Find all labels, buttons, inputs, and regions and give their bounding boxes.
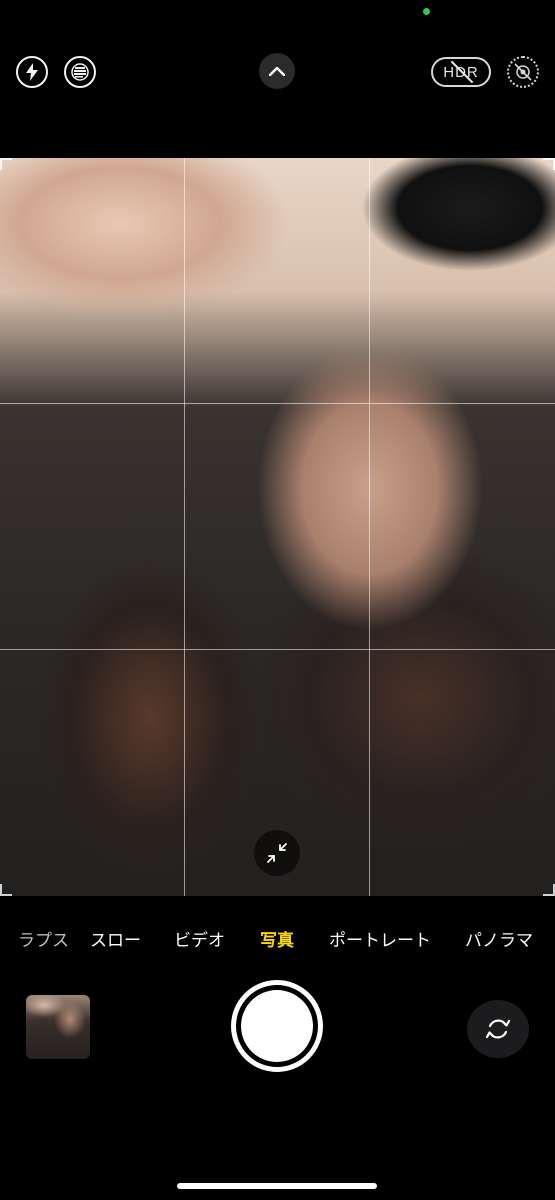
live-off-button[interactable] xyxy=(507,56,539,88)
grid-line-horizontal-1 xyxy=(0,403,555,404)
mode-video[interactable]: ビデオ xyxy=(174,926,225,951)
live-off-icon xyxy=(514,63,532,81)
mode-timelapse[interactable]: ラプス xyxy=(18,926,69,951)
frame-corner-tr xyxy=(543,158,555,170)
mode-selector[interactable]: ラプス スロー ビデオ 写真 ポートレート パノラマ xyxy=(0,926,555,952)
frame-corner-br xyxy=(543,884,555,896)
last-photo-thumbnail[interactable] xyxy=(26,995,90,1059)
expand-controls-button[interactable] xyxy=(259,53,295,89)
camera-viewfinder[interactable] xyxy=(0,158,555,896)
switch-camera-button[interactable] xyxy=(467,1000,529,1058)
hdr-toggle-button[interactable]: HDR xyxy=(431,57,491,87)
chevron-up-icon xyxy=(269,66,285,76)
arrows-in-icon xyxy=(267,843,287,863)
mode-portrait[interactable]: ポートレート xyxy=(329,926,431,951)
mode-slomo[interactable]: スロー xyxy=(90,926,141,951)
mode-panorama[interactable]: パノラマ xyxy=(465,926,533,951)
grid-line-vertical-1 xyxy=(184,158,185,896)
live-photo-icon xyxy=(71,63,89,81)
frame-corner-tl xyxy=(0,158,12,170)
live-photo-button[interactable] xyxy=(64,56,96,88)
flash-button[interactable] xyxy=(16,56,48,88)
privacy-indicator-dot xyxy=(423,8,430,15)
home-indicator[interactable] xyxy=(177,1183,377,1189)
grid-line-horizontal-2 xyxy=(0,649,555,650)
grid-line-vertical-2 xyxy=(369,158,370,896)
camera-switch-icon xyxy=(485,1019,511,1039)
shutter-inner-circle xyxy=(241,990,313,1062)
bolt-icon xyxy=(26,63,38,81)
shutter-button[interactable] xyxy=(231,980,323,1072)
mode-photo[interactable]: 写真 xyxy=(260,926,294,951)
frame-corner-bl xyxy=(0,884,12,896)
zoom-collapse-button[interactable] xyxy=(254,830,300,876)
